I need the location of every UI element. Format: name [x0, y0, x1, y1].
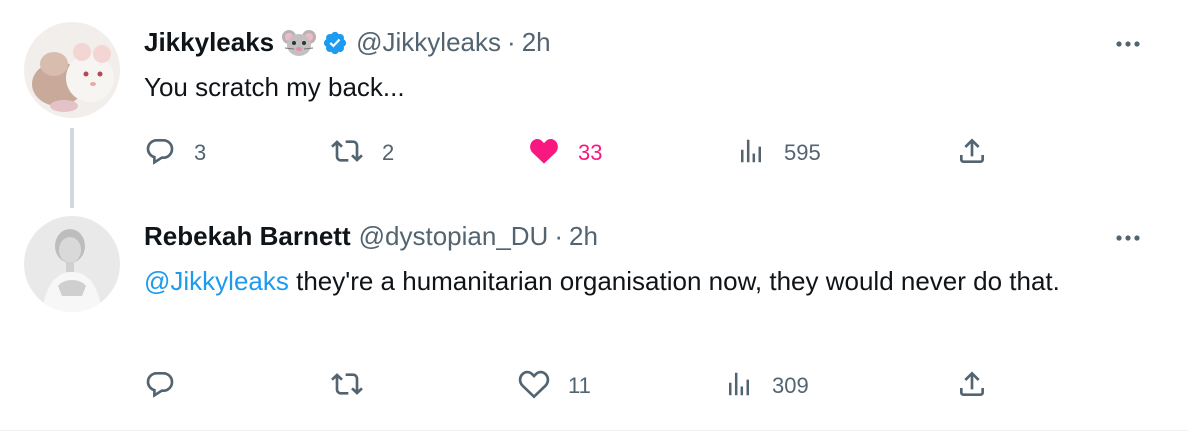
tweet[interactable]: Rebekah Barnett @dystopian_DU · 2h @Jikk… [0, 200, 1188, 436]
reply-icon [144, 135, 176, 172]
share-button[interactable] [956, 133, 988, 173]
retweet-icon [330, 368, 364, 405]
views-button[interactable]: 595 [736, 133, 821, 173]
separator-dot: · [507, 27, 516, 57]
views-count: 595 [784, 140, 821, 165]
timestamp[interactable]: 2h [569, 221, 598, 252]
heart-outline-icon [518, 368, 550, 405]
separator-dot: · [554, 221, 564, 251]
verified-badge-icon[interactable] [322, 30, 348, 56]
reply-button[interactable]: 3 [144, 133, 206, 173]
like-button[interactable]: 33 [528, 133, 602, 173]
views-count: 309 [772, 373, 809, 398]
share-icon [956, 368, 988, 405]
tweet-actions: 3 2 33 595 [144, 133, 1004, 173]
timestamp[interactable]: 2h [522, 27, 551, 58]
more-options-icon[interactable] [1112, 226, 1144, 250]
thread-connector [70, 128, 74, 208]
tweet-header: Rebekah Barnett @dystopian_DU · 2h [144, 221, 598, 252]
tweet-actions: 11 309 [144, 366, 1004, 406]
avatar[interactable] [24, 216, 120, 312]
more-options-icon[interactable] [1112, 32, 1144, 56]
mouse-face-icon [282, 29, 317, 57]
heart-filled-icon [528, 135, 560, 172]
views-button[interactable]: 309 [724, 366, 809, 406]
like-count: 11 [568, 373, 591, 398]
retweet-button[interactable] [330, 366, 382, 406]
author-handle[interactable]: @Jikkyleaks [356, 27, 501, 58]
reply-button[interactable] [144, 366, 194, 406]
reply-count: 3 [194, 140, 207, 165]
author-name[interactable]: Jikkyleaks [144, 27, 274, 58]
views-chart-icon [736, 136, 766, 171]
tweet-text-content: they're a humanitarian organisation now,… [288, 266, 1060, 296]
tweet[interactable]: Jikkyleaks @Jikkyleaks · 2h You scratch … [0, 0, 1188, 208]
share-button[interactable] [956, 366, 988, 406]
avatar[interactable] [24, 22, 120, 118]
tweet-header: Jikkyleaks @Jikkyleaks · 2h [144, 27, 551, 58]
like-button[interactable]: 11 [518, 366, 591, 406]
retweet-count: 2 [382, 140, 395, 165]
tweet-text: You scratch my back... [144, 72, 405, 102]
reply-icon [144, 368, 176, 405]
retweet-icon [330, 135, 364, 172]
author-handle[interactable]: @dystopian_DU [359, 221, 549, 252]
retweet-button[interactable]: 2 [330, 133, 394, 173]
divider [0, 430, 1188, 431]
author-name[interactable]: Rebekah Barnett [144, 221, 351, 252]
rats-photo-icon [24, 22, 120, 118]
tweet-text: @Jikkyleaks they're a humanitarian organ… [144, 264, 1144, 299]
person-photo-icon [24, 216, 120, 312]
views-chart-icon [724, 369, 754, 404]
mention-link[interactable]: @Jikkyleaks [144, 266, 289, 296]
like-count: 33 [578, 140, 603, 165]
share-icon [956, 135, 988, 172]
